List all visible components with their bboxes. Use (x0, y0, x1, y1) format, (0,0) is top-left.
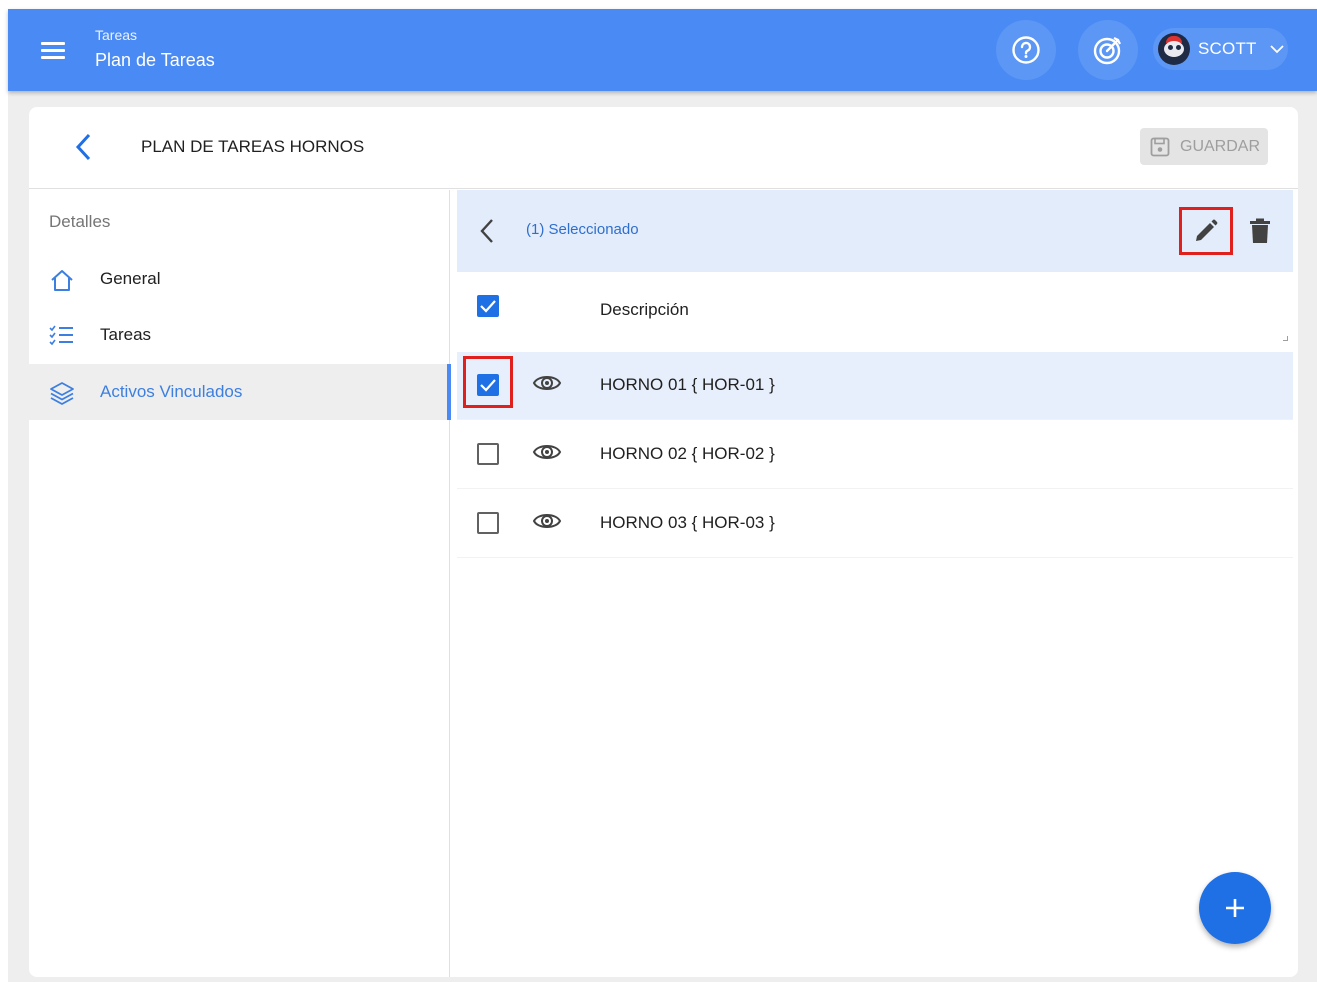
eye-icon[interactable] (532, 440, 562, 464)
task-plan-card: PLAN DE TAREAS HORNOS GUARDAR Detalles G… (29, 107, 1298, 977)
sidebar-item-general[interactable]: General (29, 251, 450, 307)
table-row[interactable]: HORNO 02 { HOR-02 } (457, 421, 1293, 489)
selection-toolbar: (1) Seleccionado (457, 190, 1293, 272)
trash-icon (1250, 218, 1270, 243)
page-title: Plan de Tareas (95, 50, 215, 70)
target-button[interactable] (1078, 20, 1138, 80)
add-button[interactable] (1199, 872, 1271, 944)
plus-icon (1226, 899, 1244, 917)
layers-icon (50, 382, 74, 405)
column-resize-handle[interactable] (1283, 336, 1288, 341)
delete-button[interactable] (1247, 217, 1273, 245)
user-menu[interactable]: SCOTT (1153, 28, 1288, 70)
back-button[interactable] (69, 131, 99, 163)
menu-icon[interactable] (36, 35, 70, 65)
check-icon (480, 379, 496, 392)
row-checkbox[interactable] (477, 512, 499, 534)
row-checkbox[interactable] (477, 374, 499, 396)
save-label: GUARDAR (1180, 137, 1261, 155)
column-header-description[interactable]: Descripción (600, 300, 689, 320)
chevron-left-icon (480, 219, 493, 243)
sidebar-item-label: Activos Vinculados (100, 382, 243, 401)
avatar (1158, 33, 1190, 65)
eye-icon[interactable] (532, 509, 562, 533)
clear-selection-button[interactable] (475, 216, 499, 246)
sidebar-item-label: Tareas (100, 325, 152, 344)
active-indicator (447, 364, 451, 420)
target-icon (1093, 37, 1121, 65)
pencil-icon (1196, 219, 1218, 241)
row-description: HORNO 01 { HOR-01 } (600, 375, 775, 394)
table-row[interactable]: HORNO 03 { HOR-03 } (457, 490, 1293, 558)
app-bar: Tareas Plan de Tareas SCOTT (8, 9, 1317, 91)
checklist-icon (49, 325, 73, 346)
chevron-left-icon (75, 133, 91, 161)
save-icon (1150, 137, 1170, 156)
table-header: Descripción (457, 272, 1293, 352)
help-icon (1012, 36, 1040, 64)
help-button[interactable] (996, 20, 1056, 80)
select-all-checkbox[interactable] (477, 295, 499, 317)
row-checkbox[interactable] (477, 443, 499, 465)
row-description: HORNO 03 { HOR-03 } (600, 513, 775, 532)
breadcrumb: Tareas (95, 27, 138, 43)
save-button[interactable]: GUARDAR (1140, 128, 1268, 165)
card-header: PLAN DE TAREAS HORNOS GUARDAR (29, 107, 1298, 189)
chevron-down-icon (1269, 45, 1284, 54)
card-title: PLAN DE TAREAS HORNOS (141, 137, 365, 156)
edit-button[interactable] (1179, 207, 1233, 255)
details-sidebar: Detalles General Tareas Activos Vinculad… (29, 190, 451, 977)
sidebar-item-tareas[interactable]: Tareas (29, 307, 450, 363)
linked-assets-panel: (1) Seleccionado Descripción HORNO 01 {… (457, 190, 1293, 977)
home-icon (51, 270, 73, 291)
sidebar-item-activos-vinculados[interactable]: Activos Vinculados (29, 364, 451, 420)
user-name: SCOTT (1198, 39, 1257, 58)
row-description: HORNO 02 { HOR-02 } (600, 444, 775, 463)
sidebar-heading: Detalles (49, 212, 111, 231)
selection-count: (1) Seleccionado (526, 221, 639, 238)
app-frame: Tareas Plan de Tareas SCOTT PLAN DE TARE… (8, 9, 1317, 982)
eye-icon[interactable] (532, 371, 562, 395)
table-row[interactable]: HORNO 01 { HOR-01 } (457, 352, 1293, 420)
check-icon (480, 300, 496, 313)
sidebar-item-label: General (100, 269, 161, 288)
